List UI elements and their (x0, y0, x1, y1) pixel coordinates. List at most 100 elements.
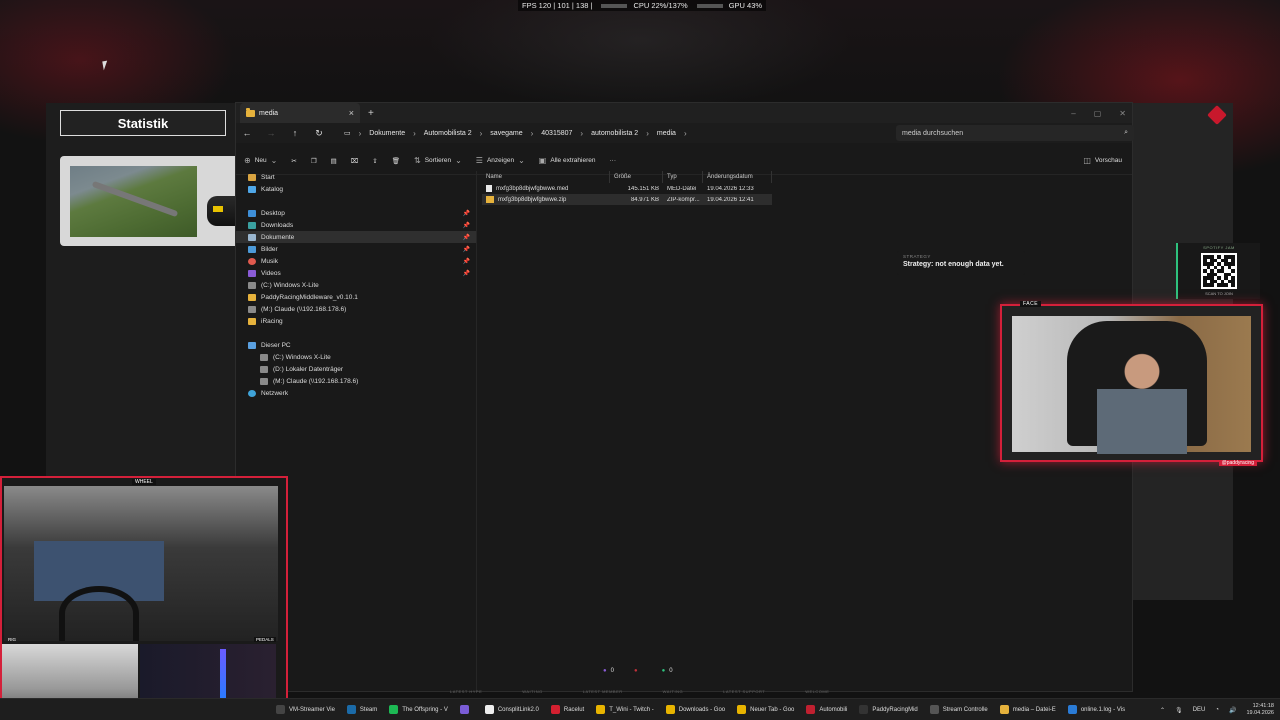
taskbar-item[interactable]: Stream Controlle (924, 699, 994, 720)
clock-time: 12:41:18 (1252, 703, 1274, 709)
chevron-up-icon[interactable]: ⌃ (1160, 707, 1165, 714)
tab-title: media (259, 109, 279, 117)
back-arrow-icon[interactable]: ← (242, 128, 252, 138)
language-indicator[interactable]: DEU (1193, 707, 1206, 713)
rename-icon[interactable]: ⌧ (351, 157, 359, 165)
taskbar-item[interactable]: ConsplitLink2.0 (479, 699, 545, 720)
monitor-icon[interactable]: ▭ (344, 129, 351, 137)
taskbar-item[interactable]: Neuer Tab - Goo (731, 699, 800, 720)
breadcrumb-item[interactable]: Automobilista 2 (424, 130, 472, 137)
file-icon (486, 184, 492, 192)
tab-media[interactable]: media × (240, 103, 360, 123)
statistik-button[interactable]: Statistik (60, 110, 226, 136)
microphone-icon[interactable]: 🎙 (1175, 707, 1183, 714)
nav-item-desktop[interactable]: Desktop 📌 (236, 207, 476, 219)
nav-item-iracing[interactable]: iRacing (236, 315, 476, 327)
desktop-icon (248, 209, 256, 217)
copy-icon[interactable]: ❐ (311, 157, 317, 165)
breadcrumb: ▭ › Dokumente › Automobilista 2 › savegame… (344, 128, 687, 138)
table-row[interactable]: mxfg3bp8dbjwfgbwwe.zip 84.971 KB ZIP-kom… (482, 194, 772, 205)
nav-item-musik[interactable]: Musik 📌 (236, 255, 476, 267)
nav-item-pc-m[interactable]: (M:) Claude (\\192.168.178.6) (236, 375, 476, 387)
taskbar-item[interactable]: Racelut (545, 699, 590, 720)
nav-item-dieser-pc[interactable]: Dieser PC (236, 339, 476, 351)
column-size[interactable]: Größe (610, 171, 663, 183)
table-row[interactable]: mxfg3bp8dbjwfgbwwe.med 145.151 KB MED-Da… (482, 183, 1132, 194)
breadcrumb-item[interactable]: media (657, 130, 676, 137)
taskbar-item[interactable]: Steam (341, 699, 383, 720)
taskbar-item[interactable]: T_Wini - Twitch - (590, 699, 660, 720)
streamer (1097, 336, 1187, 454)
breadcrumb-item[interactable]: automobilista 2 (591, 130, 638, 137)
more-options-button[interactable]: ··· (610, 157, 617, 164)
preview-icon: ◫ (1083, 156, 1091, 165)
wifi-icon[interactable]: ◔ (1215, 707, 1219, 713)
maximize-button[interactable]: ▢ (1094, 109, 1102, 118)
sort-button[interactable]: ⇅ Sortieren ⌄ (414, 156, 462, 165)
plus-icon: ⊕ (244, 156, 251, 165)
share-icon[interactable]: ⇪ (372, 157, 377, 165)
file-explorer-window: media × + – ▢ ✕ ← → ↑ ↻ ▭ › Dokumente › A… (235, 102, 1134, 692)
fps-bar (601, 3, 628, 8)
view-button[interactable]: ☰ Anzeigen ⌄ (476, 156, 525, 165)
nav-item-videos[interactable]: Videos 📌 (236, 267, 476, 279)
column-name[interactable]: Name (482, 171, 610, 183)
window-controls: – ▢ ✕ (1071, 103, 1126, 123)
nav-item-m-claude[interactable]: (M:) Claude (\\192.168.178.6) (236, 303, 476, 315)
minimize-button[interactable]: – (1071, 109, 1075, 118)
taskbar-item[interactable]: Automobili (800, 699, 853, 720)
close-window-button[interactable]: ✕ (1119, 109, 1126, 118)
delete-icon[interactable]: 🗑 (392, 157, 400, 165)
address-bar: ← → ↑ ↻ ▭ › Dokumente › Automobilista 2 › … (236, 123, 1134, 143)
nav-item-c-drive[interactable]: (C:) Windows X-Lite (236, 279, 476, 291)
forward-arrow-icon[interactable]: → (266, 128, 276, 138)
taskbar-item[interactable]: PaddyRacingMid (853, 699, 923, 720)
new-button[interactable]: ⊕ Neu ⌄ (244, 156, 277, 165)
nav-item-downloads[interactable]: Downloads 📌 (236, 219, 476, 231)
cut-icon[interactable]: ✂ (291, 157, 296, 165)
nav-item-pc-d[interactable]: (D:) Lokaler Datenträger (236, 363, 476, 375)
nav-item-start[interactable]: Start (236, 171, 476, 183)
network-icon (248, 389, 256, 397)
column-type[interactable]: Typ (663, 171, 703, 183)
qr-widget: SPOTIFY JAM SCAN TO JOIN (1176, 243, 1260, 299)
taskbar-item-label: Steam (359, 706, 378, 713)
search-input[interactable]: media durchsuchen ⌕ (896, 125, 1134, 141)
cpu-bar (696, 3, 723, 8)
nav-item-dokumente[interactable]: Dokumente 📌 (236, 231, 476, 243)
extract-all-button[interactable]: ▣ Alle extrahieren (539, 156, 596, 165)
taskbar-item[interactable] (454, 699, 479, 720)
taskbar-item[interactable]: VM-Streamer Vie (270, 699, 341, 720)
file-date: 19.04.2026 12:41 (707, 196, 754, 203)
file-size: 84.971 KB (630, 196, 659, 203)
breadcrumb-item[interactable]: 40315807 (541, 130, 572, 137)
taskbar-item-label: online.1.log - Vis (1080, 706, 1126, 713)
taskbar-item[interactable]: online.1.log - Vis (1062, 699, 1131, 720)
preview-button[interactable]: ◫ Vorschau (1083, 156, 1122, 165)
new-tab-button[interactable]: + (368, 108, 374, 119)
nav-item-katalog[interactable]: Katalog (236, 183, 476, 195)
folder-icon (248, 317, 256, 325)
volume-icon[interactable]: 🔊 (1229, 707, 1236, 714)
nav-item-paddy[interactable]: PaddyRacingMiddleware_v0.10.1 (236, 291, 476, 303)
rig-label: RIG (8, 637, 17, 642)
track-card[interactable] (60, 156, 240, 246)
file-size: 145.151 KB (627, 185, 659, 192)
nav-item-pc-c[interactable]: (C:) Windows X-Lite (236, 351, 476, 363)
tab-close-icon[interactable]: × (349, 108, 354, 118)
clock[interactable]: 12:41:18 19.04.2026 (1246, 703, 1274, 717)
file-name: mxfg3bp8dbjwfgbwwe.zip (498, 197, 567, 204)
nav-item-bilder[interactable]: Bilder 📌 (236, 243, 476, 255)
taskbar-item[interactable]: media – Datei-E (994, 699, 1062, 720)
nav-item-netzwerk[interactable]: Netzwerk (236, 387, 476, 399)
taskbar-item[interactable]: Downloads - Goo (660, 699, 731, 720)
taskbar-item[interactable]: The Offspring - V (383, 699, 454, 720)
refresh-icon[interactable]: ↻ (314, 128, 324, 139)
up-arrow-icon[interactable]: ↑ (290, 128, 300, 138)
track-image (70, 166, 197, 237)
paste-icon[interactable]: ▤ (331, 157, 337, 165)
face-camera-feed (1012, 316, 1251, 454)
breadcrumb-item[interactable]: Dokumente (369, 130, 405, 137)
breadcrumb-item[interactable]: savegame (490, 130, 522, 137)
column-date[interactable]: Änderungsdatum (703, 171, 772, 183)
